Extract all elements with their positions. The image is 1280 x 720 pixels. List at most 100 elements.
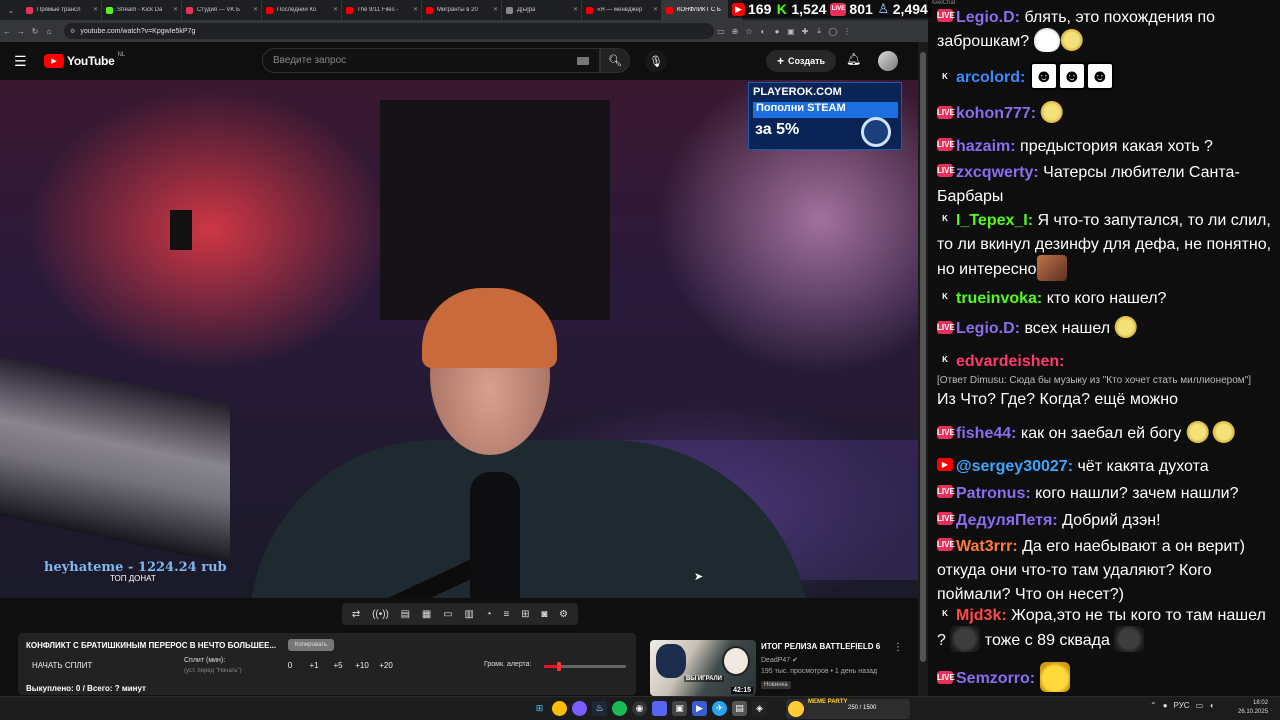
video-player[interactable]: PLAYEROK.COM Пополни STEAM за 5% heyhate… [0, 80, 918, 598]
bookmark-star-icon[interactable]: ☆ [742, 20, 756, 42]
vk-viewer-count: 801 [849, 1, 873, 17]
browser-tab[interactable]: Stream - Kick Da ✕ [102, 0, 182, 20]
recommended-video[interactable]: ВЫ ИГРАЛИ 42:15 ИТОГ РЕЛИЗА BATTLEFIELD … [650, 640, 910, 696]
profile-icon[interactable]: ◯ [826, 20, 840, 42]
forward-icon[interactable]: → [14, 20, 28, 42]
speed-icon[interactable]: ◔ [486, 609, 492, 620]
language-indicator[interactable]: РУС [1174, 701, 1190, 710]
app-icon[interactable]: ▣ [672, 701, 687, 716]
create-button[interactable]: + Создать [766, 50, 836, 72]
recommended-title[interactable]: ИТОГ РЕЛИЗА BATTLEFIELD 6 [761, 642, 880, 651]
scrollbar-thumb[interactable] [920, 52, 926, 662]
back-icon[interactable]: ← [0, 20, 14, 42]
taskbar-apps: ⊞ ♨ ◉ ▣ ▶ ✈ ▤ ◈ [532, 701, 767, 716]
more-options-icon[interactable]: ⋮ [893, 642, 903, 653]
browser-tab[interactable]: The 9/11 Files - ✕ [342, 0, 422, 20]
close-tab-icon[interactable]: ✕ [253, 6, 258, 13]
close-tab-icon[interactable]: ✕ [653, 6, 658, 13]
reload-icon[interactable]: ↻ [28, 20, 42, 42]
add-icon[interactable]: ⊞ [521, 609, 529, 620]
screen-cast-icon[interactable]: ▭ [714, 20, 728, 42]
chrome-icon[interactable] [552, 701, 567, 716]
channel-row[interactable]: DeadP47 ✔ [761, 656, 798, 664]
tab-list-dropdown-icon[interactable]: ⌄ [0, 0, 22, 20]
close-tab-icon[interactable]: ✕ [93, 6, 98, 13]
split-add-button[interactable]: +10 [350, 661, 374, 670]
stats-icon[interactable]: ≡ [503, 609, 509, 620]
zoom-icon[interactable]: ⊕ [728, 20, 742, 42]
clock[interactable]: 18:02 26.10.2025 [1238, 699, 1268, 717]
screenshot-camera-icon[interactable]: ◙ [541, 609, 547, 620]
video-thumbnail[interactable]: ВЫ ИГРАЛИ 42:15 [650, 640, 756, 696]
spotify-icon[interactable] [612, 701, 627, 716]
browser-tab[interactable]: Прямые трансл ✕ [22, 0, 102, 20]
youtube-logo[interactable]: ▶ YouTube NL [44, 52, 125, 68]
volume-icon[interactable]: ◖ [1209, 701, 1214, 710]
cinema-icon[interactable]: ▥ [464, 609, 473, 620]
alert-volume-slider[interactable] [544, 662, 626, 671]
chat-message: LIVEPatronus: кого нашли? зачем нашли? [937, 482, 1273, 506]
channel-name[interactable]: DeadP47 [761, 657, 790, 664]
network-icon[interactable]: ▭ [1196, 701, 1204, 710]
loop-icon[interactable]: ⇄ [352, 609, 360, 620]
film-icon[interactable]: ▦ [422, 609, 431, 620]
chat-nick: Legio.D: [956, 320, 1020, 338]
keyboard-icon[interactable] [577, 57, 589, 65]
avatar[interactable] [878, 51, 898, 71]
split-add-button[interactable]: +20 [374, 661, 398, 670]
browser-tab[interactable]: Последний Ко ✕ [262, 0, 342, 20]
search-button[interactable]: 🔍︎ [600, 48, 630, 73]
split-add-button[interactable]: +5 [326, 661, 350, 670]
app-icon[interactable]: ▤ [732, 701, 747, 716]
split-add-button[interactable]: +1 [302, 661, 326, 670]
app-icon[interactable]: ▶ [692, 701, 707, 716]
youtube-header: ☰ ▶ YouTube NL Введите запрос 🔍︎ 🎙︎ + Соз… [0, 42, 918, 80]
download-icon[interactable]: ⤓ [812, 20, 826, 42]
home-icon[interactable]: ⌂ [42, 20, 56, 42]
start-split-button[interactable]: НАЧАТЬ СПЛИТ [32, 661, 92, 670]
browser-tab[interactable]: Д[ы]ра ✕ [502, 0, 582, 20]
picture-in-picture-icon[interactable]: ▭ [443, 609, 452, 620]
extensions-puzzle-icon[interactable]: ✚ [798, 20, 812, 42]
menu-icon[interactable]: ☰ [14, 53, 34, 70]
steam-icon[interactable]: ♨ [592, 701, 607, 716]
tray-app-icon[interactable]: ● [1163, 701, 1168, 710]
close-tab-icon[interactable]: ✕ [413, 6, 418, 13]
telegram-icon[interactable]: ✈ [712, 701, 727, 716]
browser-tab[interactable]: Мигранты в 20 ✕ [422, 0, 502, 20]
browser-menu-icon[interactable]: ⋮ [840, 20, 854, 42]
extension-icon[interactable]: ● [770, 20, 784, 42]
discord-icon[interactable] [652, 701, 667, 716]
settings-gear-icon[interactable]: ⚙ [559, 609, 568, 620]
app-icon[interactable] [572, 701, 587, 716]
kick-icon: K [776, 1, 787, 17]
close-tab-icon[interactable]: ✕ [173, 6, 178, 13]
chat-nick: fishe44: [956, 425, 1017, 443]
audio-icon[interactable]: ((•)) [372, 609, 389, 620]
chat-nick: edvardeishen: [956, 353, 1065, 370]
copy-button[interactable]: Копировать [288, 639, 334, 651]
browser-tab[interactable]: «Я — менеджер ✕ [582, 0, 662, 20]
address-bar[interactable]: ⚙ youtube.com/watch?v=KpgwIe5kP7g [64, 23, 714, 39]
mouse-cursor-icon: ➤ [694, 571, 704, 583]
slider-handle[interactable] [557, 662, 562, 671]
notifications-bell-icon[interactable]: 🔔︎ [846, 52, 861, 66]
split-value[interactable]: 0 [278, 661, 302, 670]
page-scrollbar[interactable] [918, 42, 928, 696]
voice-search-button[interactable]: 🎙︎ [645, 50, 667, 72]
tray-chevron-icon[interactable]: ⌃ [1150, 701, 1157, 710]
site-info-icon[interactable]: ⚙ [70, 28, 75, 35]
extension-icon[interactable]: ▣ [784, 20, 798, 42]
search-input[interactable]: Введите запрос [262, 48, 600, 73]
close-tab-icon[interactable]: ✕ [573, 6, 578, 13]
close-tab-icon[interactable]: ✕ [333, 6, 338, 13]
playlist-icon[interactable]: ▤ [401, 609, 410, 620]
close-tab-icon[interactable]: ✕ [493, 6, 498, 13]
browser-tab[interactable]: Студия — VK Б ✕ [182, 0, 262, 20]
split-values: 0 +1 +5 +10 +20 [278, 661, 398, 670]
start-icon[interactable]: ⊞ [532, 701, 547, 716]
extension-icon[interactable]: ◐ [756, 20, 770, 42]
app-icon[interactable]: ◈ [752, 701, 767, 716]
obs-icon[interactable]: ◉ [632, 701, 647, 716]
tab-title: The 9/11 Files - [357, 7, 399, 13]
